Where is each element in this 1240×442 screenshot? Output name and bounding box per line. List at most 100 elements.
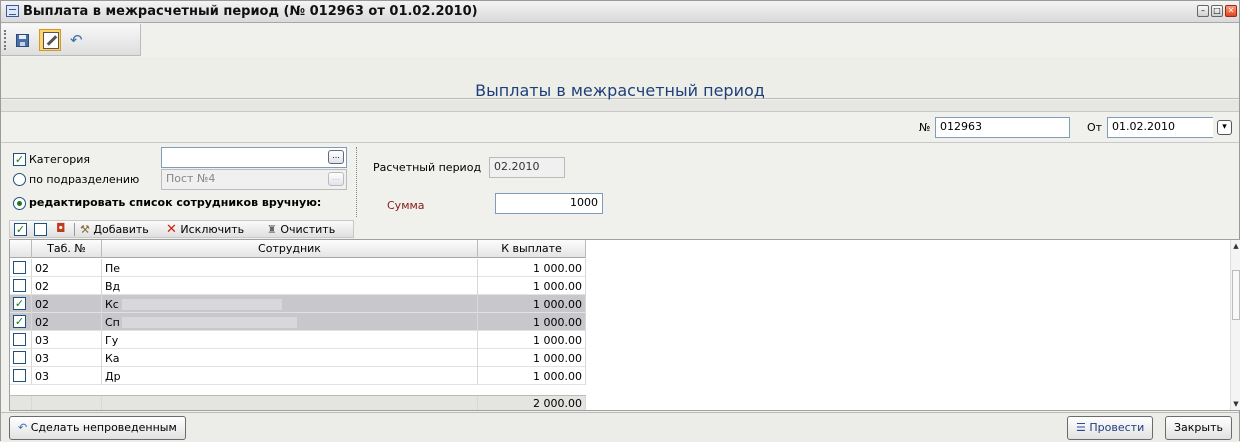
unpost-button[interactable]: ↶ Сделать непроведенным	[9, 416, 186, 440]
amount-cell: 1 000.00	[478, 367, 586, 385]
tab-number-cell: 03	[32, 331, 102, 349]
row-checkbox[interactable]	[13, 261, 26, 274]
department-field[interactable]: Пост №4	[161, 169, 347, 190]
table-row[interactable]: 02 Вд 1 000.00	[10, 277, 586, 295]
row-checkbox[interactable]	[13, 333, 26, 346]
grid-header: Таб. № Сотрудник К выплате	[10, 240, 586, 258]
employees-grid: Таб. № Сотрудник К выплате 02 Пе 1 000.00 0…	[9, 239, 1240, 411]
date-field[interactable]: 01.02.2010	[1107, 117, 1213, 138]
manual-edit-radio[interactable]	[13, 197, 26, 210]
scroll-down-icon[interactable]: ▼	[1231, 399, 1240, 409]
header-divider	[1, 100, 1239, 112]
manual-edit-label: редактировать список сотрудников вручную…	[29, 196, 322, 209]
scroll-up-icon[interactable]: ▲	[1231, 241, 1240, 251]
scroll-thumb[interactable]	[1232, 270, 1240, 320]
table-row[interactable]: 02 Пе 1 000.00	[10, 259, 586, 277]
period-field: 02.2010	[489, 157, 565, 178]
by-department-label: по подразделению	[29, 173, 140, 186]
header-amount[interactable]: К выплате	[478, 240, 586, 258]
employee-cell: Др	[102, 367, 478, 385]
grid-footer: 2 000.00	[10, 395, 586, 410]
toolbar-grip[interactable]	[4, 30, 6, 50]
edit-icon	[43, 32, 59, 49]
employee-name: Гу	[105, 334, 119, 347]
category-field[interactable]	[161, 147, 347, 168]
undo-icon: ↶	[70, 31, 83, 49]
toolbar-separator	[74, 223, 75, 236]
employee-name: Кс	[105, 298, 119, 311]
date-dropdown-icon[interactable]: ▾	[1217, 120, 1232, 135]
header-employee[interactable]: Сотрудник	[102, 240, 478, 258]
title-bar[interactable]: Выплата в межрасчетный период (№ 012963 …	[1, 1, 1239, 23]
row-check-cell	[10, 349, 32, 367]
header-check-cell	[10, 240, 32, 258]
tab-number-cell: 02	[32, 277, 102, 295]
exclude-button[interactable]: ✕ Исключить	[166, 223, 244, 236]
department-ellipsis-icon[interactable]: ...	[328, 172, 344, 186]
grid-toolbar: ✓ ◘ ⚒ Добавить ✕ Исключить ♜ Очистить	[9, 220, 354, 238]
row-check-cell: ✓	[10, 295, 32, 313]
category-label: Категория	[29, 153, 90, 166]
close-icon[interactable]: ✕	[1225, 5, 1237, 17]
row-check-cell	[10, 367, 32, 385]
tab-number-cell: 02	[32, 313, 102, 331]
splitter[interactable]	[356, 147, 358, 217]
row-checkbox[interactable]	[13, 351, 26, 364]
undo-button[interactable]: ↶	[67, 29, 89, 51]
add-button[interactable]: ⚒ Добавить	[80, 223, 149, 236]
row-checkbox[interactable]: ✓	[13, 297, 26, 310]
number-field[interactable]: 012963	[935, 117, 1070, 138]
tab-number-cell: 02	[32, 259, 102, 277]
close-button[interactable]: Закрыть	[1165, 416, 1232, 440]
category-checkbox[interactable]: ✓	[13, 153, 26, 166]
row-checkbox[interactable]: ✓	[13, 315, 26, 328]
uncheck-all-button[interactable]	[34, 223, 47, 236]
amount-cell: 1 000.00	[478, 349, 586, 367]
amount-cell: 1 000.00	[478, 295, 586, 313]
header-band: Выплаты в межрасчетный период	[1, 57, 1239, 100]
maximize-icon[interactable]: □	[1211, 5, 1223, 17]
category-ellipsis-icon[interactable]: ...	[328, 150, 344, 164]
sum-field[interactable]: 1000	[495, 193, 603, 214]
amount-cell: 1 000.00	[478, 277, 586, 295]
amount-cell: 1 000.00	[478, 313, 586, 331]
employee-name: Пе	[105, 262, 121, 275]
table-row[interactable]: ✓ 02 Сп 1 000.00	[10, 313, 586, 331]
check-all-button[interactable]: ✓	[14, 223, 27, 236]
employee-name: Вд	[105, 280, 121, 293]
footer-empty-cell	[10, 396, 32, 410]
row-checkbox[interactable]	[13, 369, 26, 382]
tab-number-cell: 03	[32, 349, 102, 367]
table-row[interactable]: 03 Гу 1 000.00	[10, 331, 586, 349]
total-amount: 2 000.00	[478, 396, 586, 410]
minimize-icon[interactable]: –	[1197, 5, 1209, 17]
row-checkbox[interactable]	[13, 279, 26, 292]
employee-name: Сп	[105, 316, 120, 329]
document-window: Выплата в межрасчетный период (№ 012963 …	[0, 0, 1240, 442]
amount-cell: 1 000.00	[478, 259, 586, 277]
redacted-text	[122, 317, 297, 328]
row-check-cell: ✓	[10, 313, 32, 331]
row-check-cell	[10, 259, 32, 277]
date-label: От	[1087, 121, 1103, 134]
grid-scrollbar[interactable]: ▲ ▼	[1230, 240, 1240, 410]
bottom-bar: ↶ Сделать непроведенным ☰ Провести Закры…	[1, 412, 1239, 442]
employee-name: Др	[105, 370, 121, 383]
add-users-icon: ⚒	[80, 223, 90, 236]
edit-button[interactable]	[39, 29, 61, 51]
employee-name: Ка	[105, 352, 120, 365]
table-row[interactable]: ✓ 02 Кс 1 000.00	[10, 295, 586, 313]
header-tab-number[interactable]: Таб. №	[32, 240, 102, 258]
post-button[interactable]: ☰ Провести	[1067, 416, 1154, 440]
clear-button[interactable]: ♜ Очистить	[267, 223, 335, 236]
main-toolbar: ↶	[1, 24, 141, 56]
table-row[interactable]: 03 Др 1 000.00	[10, 367, 586, 385]
table-row[interactable]: 03 Ка 1 000.00	[10, 349, 586, 367]
invert-check-icon[interactable]: ◘	[56, 221, 66, 235]
post-list-icon: ☰	[1076, 421, 1086, 434]
row-check-cell	[10, 331, 32, 349]
save-button[interactable]	[11, 29, 33, 51]
employee-cell: Гу	[102, 331, 478, 349]
by-department-radio[interactable]	[13, 173, 26, 186]
employee-cell: Пе	[102, 259, 478, 277]
